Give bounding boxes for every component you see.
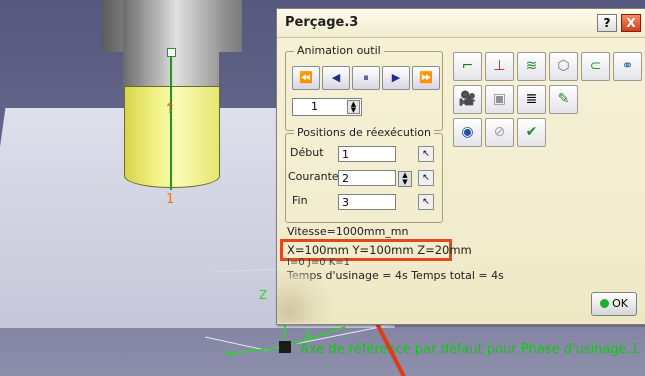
animation-group-legend: Animation outil	[294, 44, 384, 57]
tool-axis-point	[167, 48, 176, 57]
current-pick-icon[interactable]: ↖	[418, 170, 434, 186]
tool-direction-icon: ⇡	[164, 101, 176, 117]
fast-forward-button[interactable]: ⏩	[412, 66, 440, 90]
ok-button[interactable]: OK	[591, 292, 637, 316]
collision-icon[interactable]: ⊘	[485, 118, 514, 147]
dialog-corner-graphic	[277, 265, 337, 323]
start-pick-icon[interactable]: ↖	[418, 146, 434, 162]
start-label: Début	[290, 146, 324, 159]
reference-axis-label: Axe de référence par défaut pour Phase d…	[300, 342, 640, 357]
ok-label: OK	[612, 297, 628, 310]
positions-group: Positions de réexécution Début 1 ↖ Coura…	[285, 126, 443, 223]
axis-display-icon[interactable]: ⊥	[485, 52, 514, 81]
animation-group: Animation outil ⏪ ◀ ⏸ ▶ ⏩ 1 ▲ ▼	[285, 44, 443, 131]
current-label: Courante	[288, 170, 339, 183]
point-label: 1	[166, 192, 175, 207]
x-axis-label: X	[304, 328, 313, 342]
help-button[interactable]: ?	[597, 14, 617, 32]
z-axis-label: Z	[259, 288, 268, 302]
camera-video-icon[interactable]: 🎥	[453, 85, 482, 114]
photo-icon[interactable]: ◉	[453, 118, 482, 147]
tool-path-icon[interactable]: ⌐	[453, 52, 482, 81]
drilling-dialog: Perçage.3 ? X Animation outil ⏪ ◀ ⏸ ▶ ⏩ …	[276, 8, 645, 325]
close-button[interactable]: X	[621, 14, 641, 32]
current-field[interactable]: 2	[338, 170, 396, 186]
clip-icon[interactable]: ⊂	[581, 52, 610, 81]
rewind-button[interactable]: ⏪	[292, 66, 320, 90]
current-stepper[interactable]: ▲ ▼	[398, 171, 412, 187]
part-display-icon[interactable]: ⬡	[549, 52, 578, 81]
step-back-button[interactable]: ◀	[322, 66, 350, 90]
hatching-icon[interactable]: ≋	[517, 52, 546, 81]
dialog-titlebar[interactable]: Perçage.3 ? X	[277, 9, 645, 38]
start-field[interactable]: 1	[338, 146, 396, 162]
pause-button[interactable]: ⏸	[352, 66, 380, 90]
dialog-title: Perçage.3	[285, 15, 359, 30]
step-spinner[interactable]: 1 ▲ ▼	[292, 98, 362, 116]
tool-axis-line	[170, 50, 172, 190]
end-label: Fin	[292, 194, 308, 207]
y-axis-label: Y	[228, 348, 236, 362]
ok-icon	[600, 299, 610, 308]
verify-icon[interactable]: ✔	[517, 118, 546, 147]
step-value: 1	[311, 100, 318, 113]
end-pick-icon[interactable]: ↖	[418, 194, 434, 210]
analysis-icon[interactable]: ✎	[549, 85, 578, 114]
step-forward-button[interactable]: ▶	[382, 66, 410, 90]
end-field[interactable]: 3	[338, 194, 396, 210]
speed-text: Vitesse=1000mm_mn	[287, 225, 409, 238]
report-icon[interactable]: ≣	[517, 85, 546, 114]
positions-group-legend: Positions de réexécution	[294, 126, 434, 139]
coords-text: X=100mm Y=100mm Z=20mm	[287, 243, 472, 257]
spinner-arrows[interactable]: ▲ ▼	[347, 100, 360, 114]
save-video-icon[interactable]: ▣	[485, 85, 514, 114]
link-icon[interactable]: ⚭	[613, 52, 642, 81]
